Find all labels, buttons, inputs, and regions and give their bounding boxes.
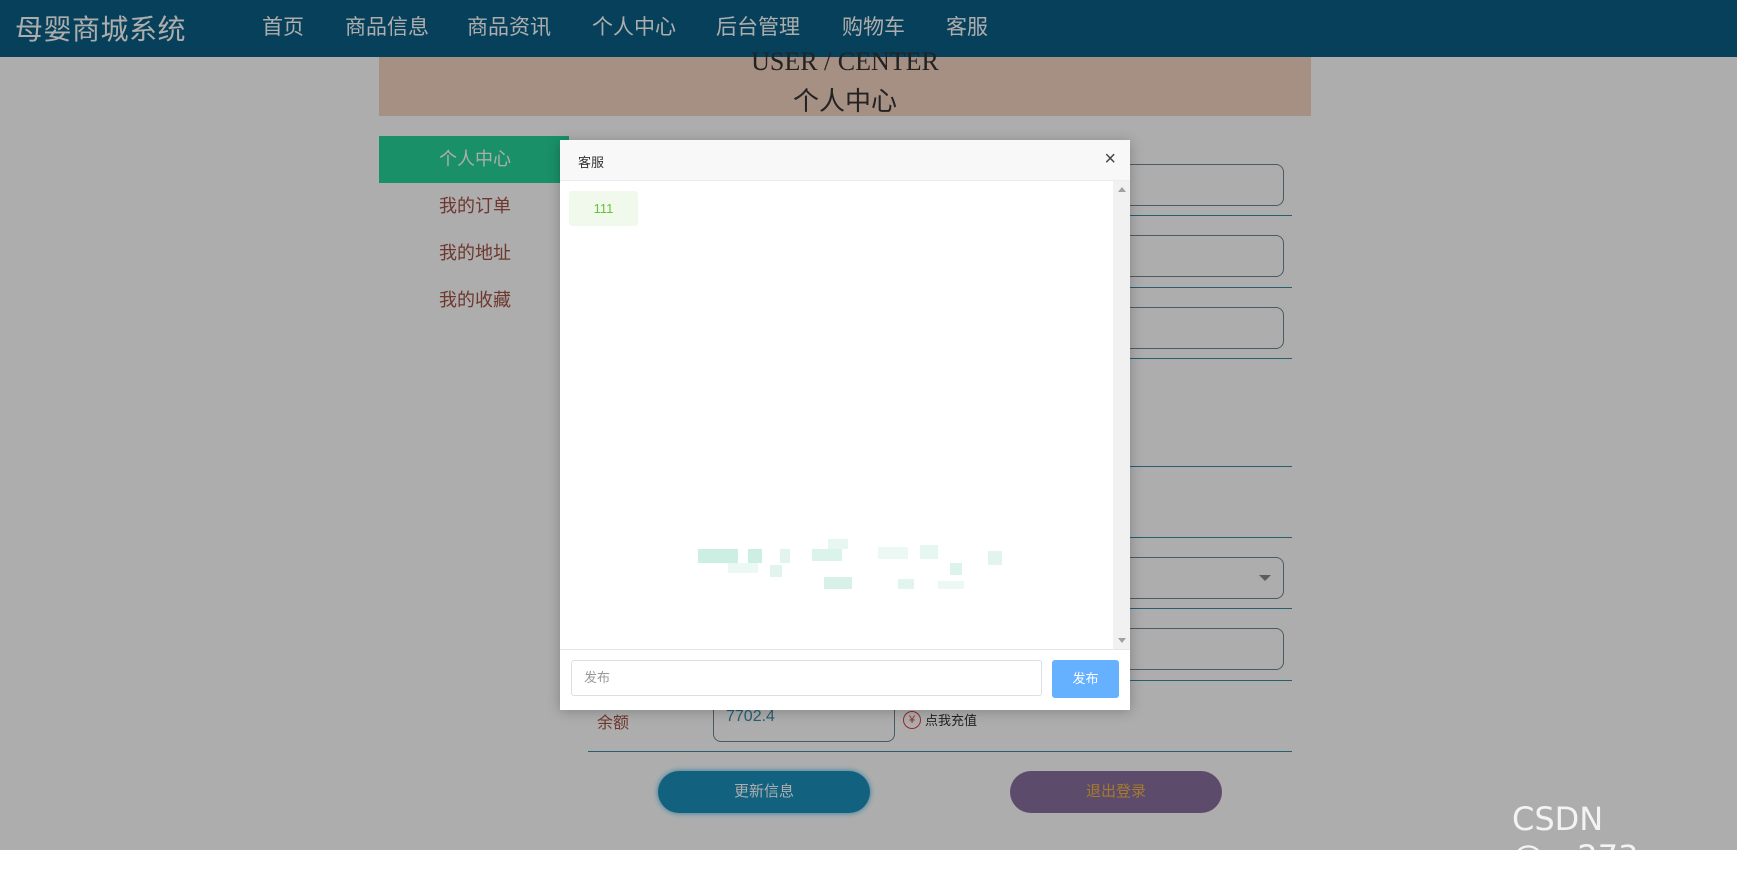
- customer-service-dialog: 客服 × 111 发布 发布: [560, 140, 1130, 710]
- scroll-down-arrow-icon[interactable]: [1118, 638, 1126, 643]
- close-icon[interactable]: ×: [1104, 148, 1116, 171]
- scroll-up-arrow-icon[interactable]: [1118, 187, 1126, 192]
- chat-message: 111: [569, 191, 638, 226]
- chat-scrollbar[interactable]: [1113, 181, 1130, 649]
- chat-messages-area[interactable]: 111: [560, 181, 1113, 649]
- message-input[interactable]: 发布: [571, 660, 1042, 696]
- dialog-title: 客服: [578, 155, 605, 170]
- send-button[interactable]: 发布: [1052, 660, 1119, 698]
- dialog-header: 客服 ×: [560, 140, 1130, 181]
- watermark: CSDN @ss273: [1512, 800, 1639, 876]
- dialog-footer: 发布 发布: [560, 649, 1130, 710]
- blurred-content: [688, 539, 1034, 591]
